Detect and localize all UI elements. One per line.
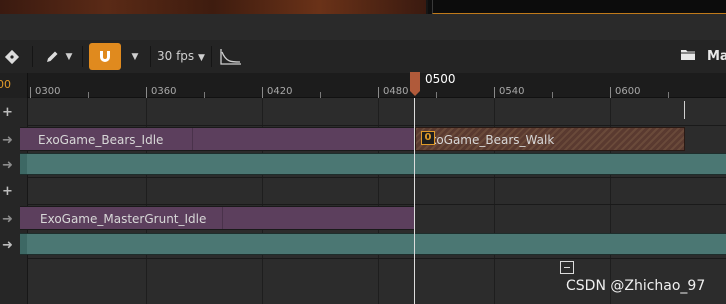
sequencer-toolbar: ▼ ▼ 30 fps ▼ Ma	[0, 40, 726, 73]
section-divider	[222, 207, 223, 229]
toolbar-separator	[32, 46, 33, 67]
ruler-tick-label: 0300	[35, 86, 61, 97]
row-separator	[0, 204, 726, 205]
folder-icon[interactable]	[680, 48, 696, 61]
ruler-tick-label: 0540	[499, 86, 525, 97]
track-edge	[20, 154, 27, 174]
key-badge[interactable]: 0	[421, 131, 435, 145]
anim-section[interactable]: ExoGame_Bears_Idle	[20, 127, 415, 151]
pencil-icon[interactable]	[42, 40, 62, 73]
chevron-down-icon: ▼	[198, 53, 205, 63]
sequencer-window: ▼ ▼ 30 fps ▼ Ma 00 0300 0360 0420 0480 0…	[0, 0, 726, 304]
current-frame-label: 00	[0, 78, 11, 91]
section-divider	[192, 128, 193, 150]
ruler-tick-label: 0420	[267, 86, 293, 97]
ruler-tick	[30, 87, 31, 98]
section-label: ExoGame_MasterGrunt_Idle	[40, 212, 207, 226]
add-track-icon[interactable]: +	[0, 179, 28, 203]
chevron-down-icon[interactable]: ▼	[129, 40, 141, 73]
toolbar-separator	[150, 46, 151, 67]
ruler-tick	[494, 87, 495, 98]
watermark: CSDN @Zhichao_97	[566, 278, 706, 294]
ruler-tick	[262, 87, 263, 98]
track-edge	[20, 234, 27, 254]
row-separator	[0, 177, 726, 178]
snap-toggle-button[interactable]	[89, 43, 121, 70]
toolbar-separator	[82, 46, 83, 67]
collapse-icon[interactable]	[560, 261, 574, 274]
playhead-frame-label: 0500	[425, 72, 456, 86]
curve-editor-icon[interactable]	[218, 40, 244, 73]
row-separator	[0, 258, 726, 259]
viewport-render	[0, 0, 426, 14]
playhead-handle[interactable]	[409, 72, 421, 97]
fps-dropdown[interactable]: 30 fps ▼	[157, 40, 205, 73]
playhead-line	[414, 98, 415, 304]
ruler-tick-label: 0360	[151, 86, 177, 97]
ruler-tick	[610, 87, 611, 98]
toolbar-separator	[211, 46, 212, 67]
chevron-down-icon[interactable]: ▼	[63, 40, 75, 73]
row-separator	[0, 125, 726, 126]
key-add-icon[interactable]	[0, 40, 24, 73]
weight-track[interactable]	[20, 233, 726, 255]
anim-section[interactable]: ExoGame_MasterGrunt_Idle	[20, 206, 414, 230]
magnet-snap-icon	[100, 50, 110, 62]
ruler-tick	[378, 87, 379, 98]
ruler-tick-label: 0600	[615, 86, 641, 97]
weight-track[interactable]	[20, 153, 726, 175]
playback-end-marker[interactable]	[684, 101, 685, 119]
add-track-icon[interactable]: +	[0, 100, 28, 124]
section-label: ExoGame_Bears_Idle	[38, 133, 164, 147]
menu-label[interactable]: Ma	[707, 40, 726, 73]
section-label: ExoGame_Bears_Walk	[422, 133, 555, 147]
viewport-strip	[0, 0, 726, 14]
time-ruler[interactable]: 00 0300 0360 0420 0480 0540 0600	[0, 73, 726, 98]
ruler-left-gutter: 00	[0, 73, 28, 98]
side-panel	[432, 0, 726, 14]
ruler-tick-label: 0480	[383, 86, 409, 97]
fps-label: 30 fps	[157, 49, 195, 63]
ruler-tick	[146, 87, 147, 98]
anim-section-selected[interactable]: ExoGame_Bears_Walk	[415, 127, 685, 151]
